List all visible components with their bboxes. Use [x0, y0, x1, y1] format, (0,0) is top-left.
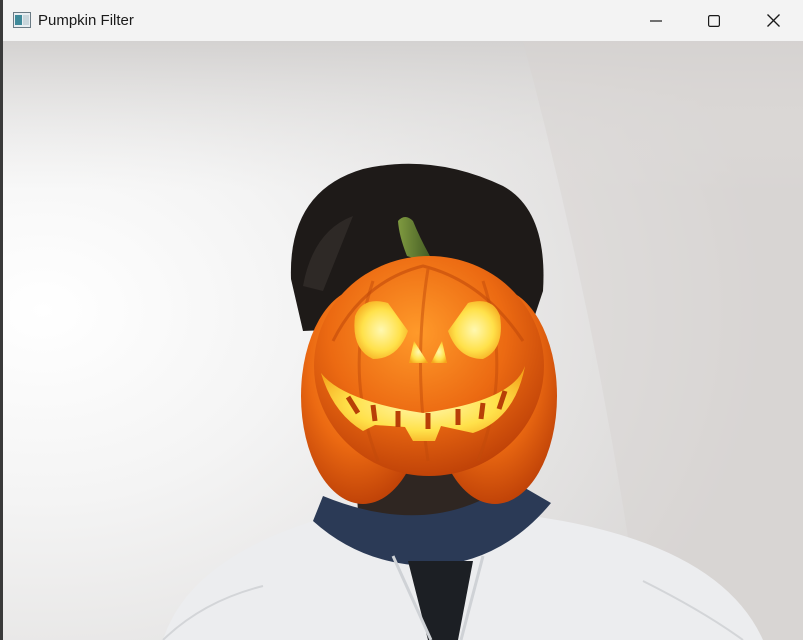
minimize-icon: [650, 15, 662, 27]
minimize-button[interactable]: [627, 0, 685, 41]
webcam-view: [3, 41, 803, 640]
close-button[interactable]: [744, 0, 802, 41]
title-bar[interactable]: Pumpkin Filter: [3, 0, 803, 41]
maximize-icon: [708, 14, 720, 27]
close-icon: [766, 14, 780, 27]
app-window: Pumpkin Filter: [3, 0, 803, 640]
maximize-button[interactable]: [685, 0, 743, 41]
app-window-icon: [13, 12, 31, 28]
window-title: Pumpkin Filter: [38, 12, 134, 29]
